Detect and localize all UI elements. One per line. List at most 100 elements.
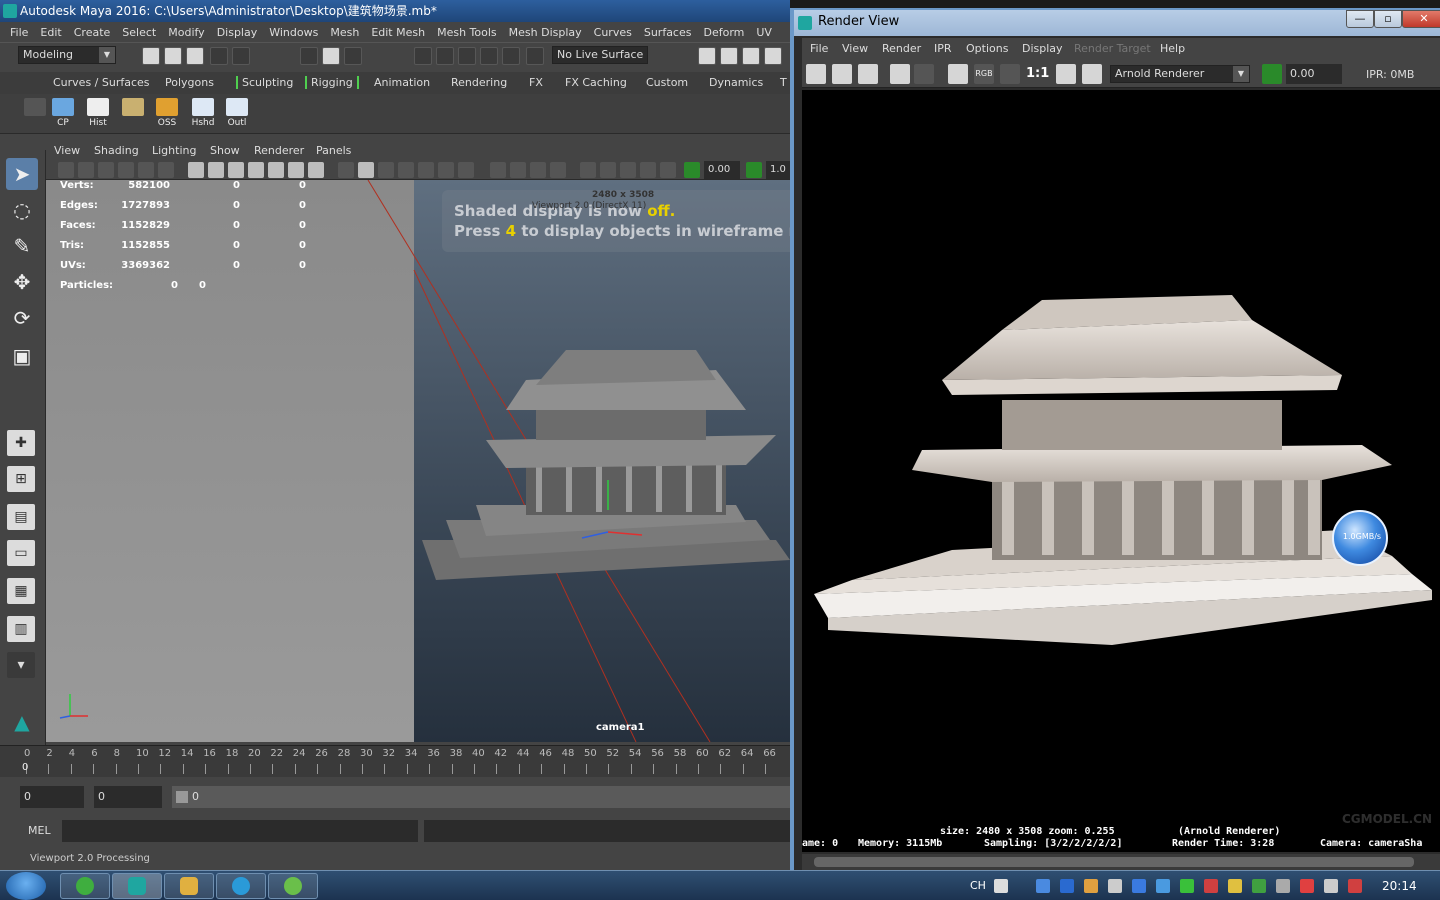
gamma-icon[interactable]: [746, 162, 762, 178]
time-slider[interactable]: 0 2 4 6 8 10 12 14 16 18 20 22 24 26 28 30 32 34 36 38 40 42 4…: [0, 745, 790, 777]
vp-menu-show[interactable]: Show: [210, 144, 240, 157]
vp-menu-shading[interactable]: Shading: [94, 144, 139, 157]
qq-icon[interactable]: [1132, 879, 1146, 893]
camera-attrs-icon[interactable]: [78, 162, 94, 178]
camera-select-icon[interactable]: [58, 162, 74, 178]
shelf-tab-more[interactable]: T: [780, 76, 787, 89]
rv-menu-ipr[interactable]: IPR: [934, 42, 952, 55]
field-chart-icon[interactable]: [268, 162, 284, 178]
frame-all-icon[interactable]: [660, 162, 676, 178]
hypershade-layout-icon[interactable]: ▥: [7, 616, 35, 642]
snapshot-icon[interactable]: [858, 64, 878, 84]
start-button-icon[interactable]: [6, 872, 46, 900]
textured-icon[interactable]: [398, 162, 414, 178]
network-icon[interactable]: [1348, 879, 1362, 893]
snap-curve-icon[interactable]: [436, 47, 454, 65]
taskbar-network[interactable]: [268, 873, 318, 899]
battery-icon[interactable]: [1276, 879, 1290, 893]
menu-modify[interactable]: Modify: [162, 26, 210, 39]
rgb-channel-icon[interactable]: RGB: [974, 64, 994, 84]
shelf-tab-sculpting[interactable]: Sculpting: [236, 76, 293, 89]
shelf-tab-animation[interactable]: Animation: [374, 76, 430, 89]
vp-menu-panels[interactable]: Panels: [316, 144, 351, 157]
grease-pencil-icon[interactable]: [158, 162, 174, 178]
snap-view-icon[interactable]: [480, 47, 498, 65]
rotate-tool-icon[interactable]: ⟳: [6, 302, 38, 334]
mel-label[interactable]: MEL: [28, 824, 51, 837]
redo-icon[interactable]: [232, 47, 250, 65]
menu-edit-mesh[interactable]: Edit Mesh: [365, 26, 431, 39]
bookmark-icon[interactable]: [98, 162, 114, 178]
shelf-tab-fx-caching[interactable]: FX Caching: [565, 76, 627, 89]
rv-menu-render[interactable]: Render: [882, 42, 921, 55]
remove-image-icon[interactable]: [1082, 64, 1102, 84]
rv-menu-options[interactable]: Options: [966, 42, 1008, 55]
gate-mask-icon[interactable]: [248, 162, 264, 178]
range-start-field[interactable]: 0: [94, 786, 162, 808]
taskbar-explorer[interactable]: [164, 873, 214, 899]
usb-icon[interactable]: [1108, 879, 1122, 893]
menu-file[interactable]: File: [4, 26, 34, 39]
xray-icon[interactable]: [580, 162, 596, 178]
menu-select[interactable]: Select: [116, 26, 162, 39]
save-scene-icon[interactable]: [186, 47, 204, 65]
menu-deform[interactable]: Deform: [697, 26, 750, 39]
layout-menu-icon[interactable]: ▾: [7, 652, 35, 678]
rv-menu-view[interactable]: View: [842, 42, 868, 55]
redo-render-icon[interactable]: [806, 64, 826, 84]
shelf-tab-polygons[interactable]: Polygons: [165, 76, 214, 89]
bell-icon[interactable]: [1228, 879, 1242, 893]
depth-of-field-icon[interactable]: [530, 162, 546, 178]
start-frame-field[interactable]: 0: [20, 786, 84, 808]
magnet-icon[interactable]: [526, 47, 544, 65]
volume-icon[interactable]: [1300, 879, 1314, 893]
menu-mesh-tools[interactable]: Mesh Tools: [431, 26, 503, 39]
vp-menu-view[interactable]: View: [54, 144, 80, 157]
lasso-tool-icon[interactable]: ◌: [6, 194, 38, 226]
single-layout-icon[interactable]: ✚: [7, 430, 35, 456]
live-surface-field[interactable]: No Live Surface: [552, 46, 648, 64]
snap-grid-icon[interactable]: [414, 47, 432, 65]
ipr-icon[interactable]: [890, 64, 910, 84]
four-layout-icon[interactable]: ⊞: [7, 466, 35, 492]
autodesk-icon[interactable]: [1060, 879, 1074, 893]
shelf-tab-custom[interactable]: Custom: [646, 76, 688, 89]
real-size-button[interactable]: 1:1: [1026, 66, 1049, 81]
safe-action-icon[interactable]: [288, 162, 304, 178]
shelf-button-hist[interactable]: Hist: [83, 98, 113, 128]
exposure-icon[interactable]: [1262, 64, 1282, 84]
select-hierarchy-icon[interactable]: [300, 47, 318, 65]
mel-input[interactable]: [62, 820, 418, 842]
menu-mesh-display[interactable]: Mesh Display: [503, 26, 588, 39]
menu-uv[interactable]: UV: [750, 26, 778, 39]
wireframe-icon[interactable]: [338, 162, 354, 178]
close-icon[interactable]: ✕: [1402, 10, 1440, 28]
shelf-tab-rendering[interactable]: Rendering: [451, 76, 507, 89]
update-icon[interactable]: [1252, 879, 1266, 893]
wireframe-on-shaded-icon[interactable]: [378, 162, 394, 178]
shield-icon[interactable]: [1156, 879, 1170, 893]
grid-icon[interactable]: [188, 162, 204, 178]
shelf-tab-rigging[interactable]: Rigging: [305, 76, 359, 89]
ipr-render-icon[interactable]: [742, 47, 760, 65]
menu-mesh[interactable]: Mesh: [324, 26, 365, 39]
menu-edit[interactable]: Edit: [34, 26, 67, 39]
renderer-dropdown[interactable]: Arnold Renderer ▼: [1110, 65, 1250, 83]
menu-windows[interactable]: Windows: [263, 26, 324, 39]
security-icon[interactable]: [1204, 879, 1218, 893]
outliner-layout-icon[interactable]: ▦: [7, 578, 35, 604]
shelf-button-outl[interactable]: Outl: [222, 98, 252, 128]
render-region-icon[interactable]: [832, 64, 852, 84]
image-plane-icon[interactable]: [118, 162, 134, 178]
input-method-label[interactable]: CH: [970, 879, 986, 892]
menu-surfaces[interactable]: Surfaces: [638, 26, 698, 39]
shelf-tab-dynamics[interactable]: Dynamics: [709, 76, 763, 89]
alpha-channel-icon[interactable]: [1000, 64, 1020, 84]
exposure-icon[interactable]: [684, 162, 700, 178]
scale-tool-icon[interactable]: ▣: [6, 340, 38, 372]
paint-select-icon[interactable]: ✎: [6, 230, 38, 262]
open-scene-icon[interactable]: [164, 47, 182, 65]
gamma-field[interactable]: 1.0: [766, 161, 790, 179]
network-speed-ball[interactable]: 1.0GMB/s: [1332, 510, 1388, 566]
shelf-tab-curves-surfaces[interactable]: Curves / Surfaces: [53, 76, 150, 89]
